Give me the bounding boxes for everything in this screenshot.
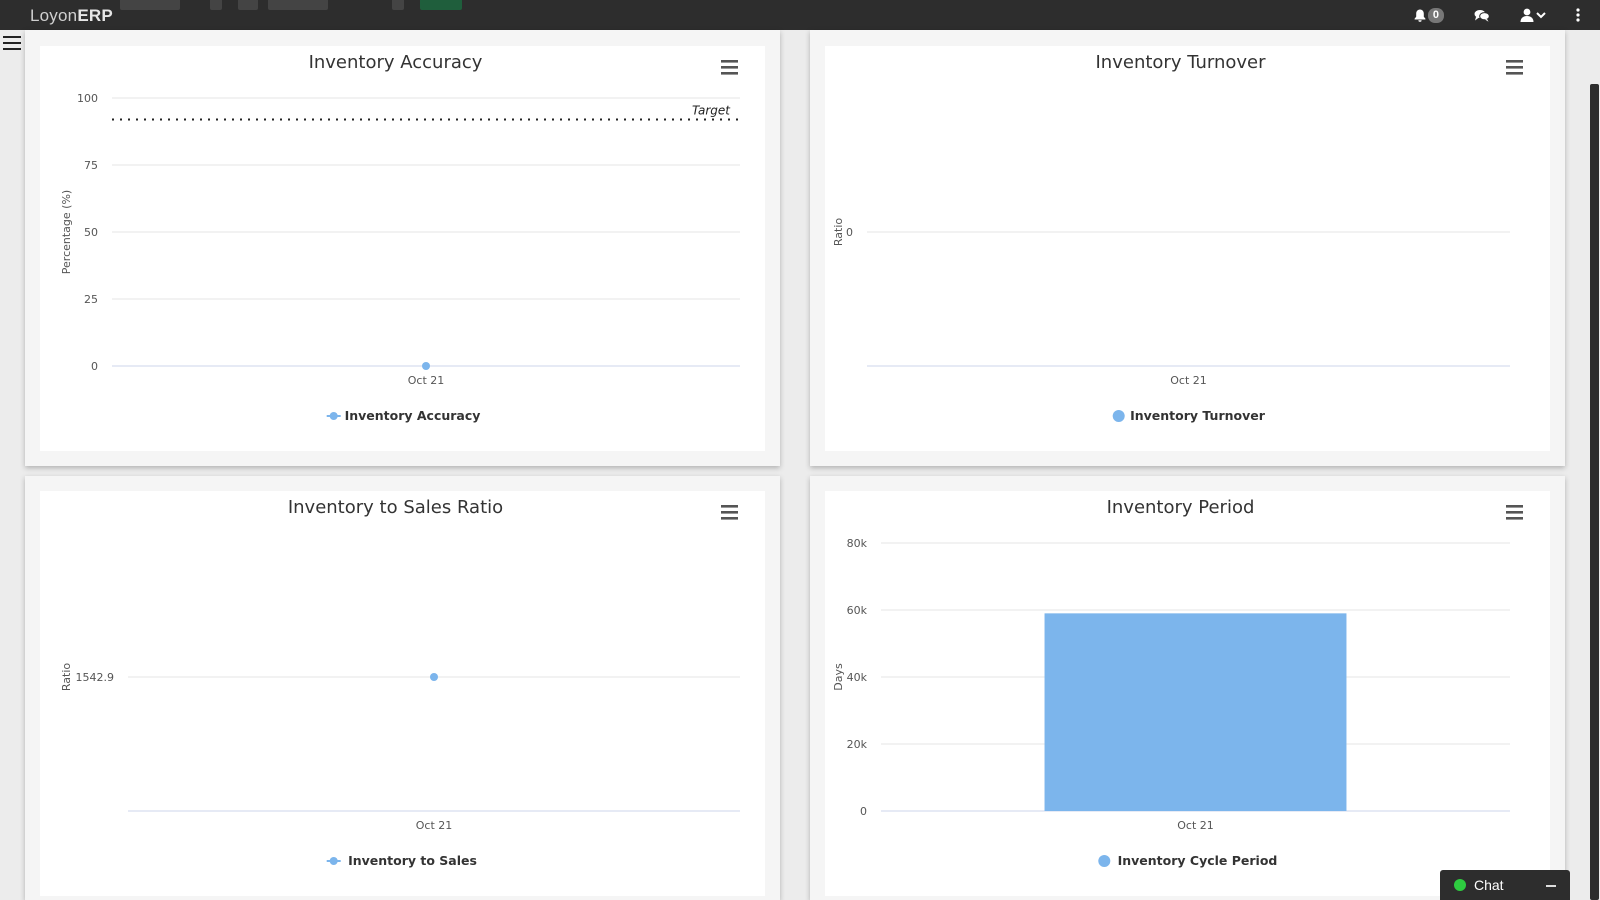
- period-svg: Inventory Period Days 0 20k 40k 60k 80k Oct 21 I…: [832, 497, 1523, 868]
- online-status-icon: [1454, 879, 1466, 891]
- user-menu-button[interactable]: [1520, 8, 1546, 22]
- sidebar-toggle-button[interactable]: [3, 36, 21, 52]
- sales-svg: Inventory to Sales Ratio Ratio 1542.9 Oct 2…: [60, 497, 740, 868]
- hamburger-icon: [721, 72, 738, 75]
- y-tick-label: 25: [84, 293, 98, 306]
- hamburger-icon: [1506, 505, 1523, 508]
- y-axis-label: Percentage (%): [60, 190, 73, 274]
- date-to-input[interactable]: [268, 0, 328, 10]
- calendar-icon[interactable]: [210, 0, 222, 10]
- chat-label: Chat: [1474, 877, 1504, 893]
- top-navbar: LoyonERP 0: [0, 0, 1600, 30]
- y-axis-label: Days: [832, 663, 845, 691]
- y-tick-label: 40k: [847, 671, 868, 684]
- accuracy-svg: Inventory Accuracy Percentage (%) 0 25 50 75 1…: [60, 52, 740, 423]
- inventory-period-chart: Inventory Period Days 0 20k 40k 60k 80k Oct 21 I…: [825, 491, 1550, 896]
- legend-label: Inventory to Sales: [348, 853, 477, 868]
- y-tick-label: 60k: [847, 604, 868, 617]
- hamburger-icon: [721, 66, 738, 69]
- y-tick-label: 0: [846, 226, 853, 239]
- inventory-accuracy-chart: Inventory Accuracy Percentage (%) 0 25 50 75 1…: [40, 46, 765, 451]
- scrollbar-thumb[interactable]: [1590, 84, 1599, 900]
- y-tick-label: 1542.9: [76, 671, 115, 684]
- legend-marker-icon: [329, 857, 338, 865]
- more-options-button[interactable]: [1576, 8, 1580, 22]
- legend-marker-icon: [1098, 855, 1111, 867]
- chart-title: Inventory Period: [1107, 497, 1255, 518]
- chart-title: Inventory Accuracy: [309, 52, 483, 73]
- apply-button[interactable]: [420, 0, 462, 10]
- hamburger-icon: [1506, 511, 1523, 514]
- y-tick-label: 75: [84, 159, 98, 172]
- user-icon: [1520, 8, 1534, 22]
- turnover-svg: Inventory Turnover Ratio 0 Oct 21 Inventory …: [832, 52, 1523, 423]
- y-tick-label: 0: [91, 360, 98, 373]
- hamburger-icon: [1506, 72, 1523, 75]
- legend-label: Inventory Cycle Period: [1118, 853, 1278, 868]
- chat-widget[interactable]: Chat: [1440, 870, 1570, 900]
- chart-menu-button[interactable]: [721, 60, 738, 75]
- y-axis-label: Ratio: [832, 218, 845, 247]
- y-tick-label: 100: [77, 92, 98, 105]
- notifications-button[interactable]: 0: [1414, 7, 1444, 23]
- hamburger-icon: [1506, 517, 1523, 520]
- kebab-menu-icon: [1576, 8, 1580, 22]
- x-tick-label: Oct 21: [408, 374, 445, 387]
- date-from-input[interactable]: [120, 0, 180, 10]
- legend-item[interactable]: Inventory to Sales: [326, 853, 477, 868]
- hamburger-icon: [721, 505, 738, 508]
- hamburger-icon: [721, 517, 738, 520]
- hamburger-icon: [721, 60, 738, 63]
- chat-bubbles-icon: [1474, 9, 1490, 22]
- target-label: Target: [692, 103, 731, 117]
- x-tick-label: Oct 21: [1170, 374, 1207, 387]
- calendar-icon[interactable]: [392, 0, 404, 10]
- bar[interactable]: [1044, 613, 1347, 811]
- y-tick-label: 50: [84, 226, 98, 239]
- legend-label: Inventory Turnover: [1130, 408, 1266, 423]
- inventory-turnover-chart: Inventory Turnover Ratio 0 Oct 21 Inventory …: [825, 46, 1550, 451]
- x-tick-label: Oct 21: [416, 819, 453, 832]
- to-label: [238, 0, 258, 10]
- notification-count-badge: 0: [1427, 7, 1444, 23]
- chart-menu-button[interactable]: [721, 505, 738, 520]
- legend-item[interactable]: Inventory Accuracy: [326, 408, 481, 423]
- bell-icon: [1414, 9, 1426, 22]
- legend-label: Inventory Accuracy: [345, 408, 481, 423]
- data-point[interactable]: [430, 673, 438, 681]
- data-point[interactable]: [422, 362, 430, 370]
- y-tick-label: 20k: [847, 738, 868, 751]
- x-tick-label: Oct 21: [1177, 819, 1214, 832]
- legend-marker-icon: [329, 412, 338, 420]
- minimize-icon[interactable]: [1546, 885, 1556, 887]
- hamburger-icon: [1506, 60, 1523, 63]
- inventory-to-sales-chart: Inventory to Sales Ratio Ratio 1542.9 Oct 2…: [40, 491, 765, 896]
- messages-button[interactable]: [1474, 9, 1490, 22]
- chart-title: Inventory Turnover: [1096, 52, 1267, 73]
- hamburger-icon: [721, 511, 738, 514]
- y-axis-label: Ratio: [60, 663, 73, 692]
- legend-marker-icon: [1112, 410, 1125, 422]
- y-tick-label: 0: [860, 805, 867, 818]
- hamburger-icon: [1506, 66, 1523, 69]
- chart-menu-button[interactable]: [1506, 60, 1523, 75]
- chart-menu-button[interactable]: [1506, 505, 1523, 520]
- legend-item[interactable]: Inventory Cycle Period: [1098, 853, 1277, 868]
- brand-logo[interactable]: LoyonERP: [30, 6, 113, 26]
- y-tick-label: 80k: [847, 537, 868, 550]
- chart-title: Inventory to Sales Ratio: [288, 497, 503, 518]
- legend-item[interactable]: Inventory Turnover: [1112, 408, 1266, 423]
- chevron-down-icon: [1536, 12, 1546, 19]
